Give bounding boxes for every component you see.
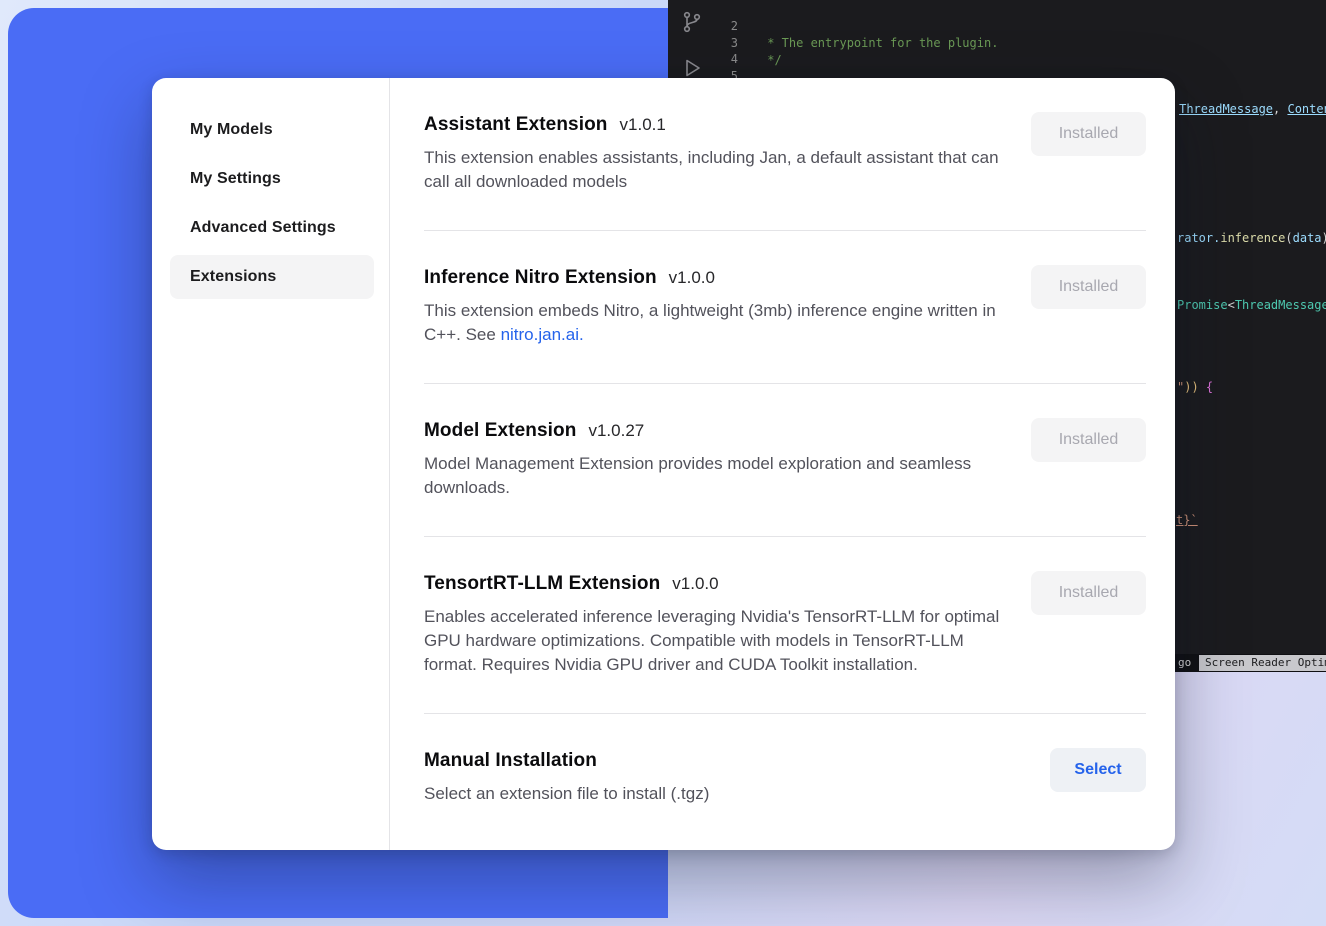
nitro-jan-ai-link[interactable]: nitro.jan.ai. [501, 325, 584, 344]
status-bar-text: go [1178, 656, 1191, 669]
extension-name: Assistant Extension [424, 114, 608, 136]
manual-installation-description: Select an extension file to install (.tg… [424, 782, 1004, 806]
screen-reader-optimized-badge[interactable]: Screen Reader Optimized [1199, 655, 1326, 671]
manual-installation-title: Manual Installation [424, 750, 597, 772]
extension-name: Inference Nitro Extension [424, 267, 657, 289]
installed-button[interactable]: Installed [1031, 265, 1146, 309]
extension-name: TensortRT-LLM Extension [424, 573, 660, 595]
extensions-list: Assistant Extension v1.0.1 This extensio… [390, 78, 1175, 850]
extension-row-model: Model Extension v1.0.27 Model Management… [424, 384, 1146, 537]
sidebar-item-extensions[interactable]: Extensions [170, 255, 374, 299]
installed-button[interactable]: Installed [1031, 418, 1146, 462]
code-line: 5 // Web / extension runtime [668, 51, 1326, 68]
extension-description: This extension enables assistants, inclu… [424, 146, 1004, 194]
extension-row-assistant: Assistant Extension v1.0.1 This extensio… [424, 78, 1146, 231]
extension-name: Model Extension [424, 420, 576, 442]
select-button[interactable]: Select [1050, 748, 1146, 792]
settings-sidebar: My Models My Settings Advanced Settings … [152, 78, 390, 850]
extension-version: v1.0.1 [620, 115, 666, 135]
sidebar-item-my-models[interactable]: My Models [170, 108, 374, 152]
code-fragment: t}` [1176, 512, 1198, 528]
installed-button[interactable]: Installed [1031, 571, 1146, 615]
manual-installation-row: Manual Installation Select an extension … [424, 714, 1146, 826]
extension-version: v1.0.0 [672, 574, 718, 594]
code-line: 2 * The entrypoint for the plugin. [668, 1, 1326, 18]
code-fragment: Promise<ThreadMessage> [1177, 297, 1326, 313]
extension-description: Enables accelerated inference leveraging… [424, 605, 1004, 677]
sidebar-item-my-settings[interactable]: My Settings [170, 157, 374, 201]
code-line: 3 */ [668, 18, 1326, 35]
extension-version: v1.0.0 [669, 268, 715, 288]
code-line: 4 [668, 34, 1326, 51]
extension-description: Model Management Extension provides mode… [424, 452, 1004, 500]
code-fragment: ")) { [1177, 379, 1213, 395]
extension-row-inference-nitro: Inference Nitro Extension v1.0.0 This ex… [424, 231, 1146, 384]
installed-button[interactable]: Installed [1031, 112, 1146, 156]
sidebar-item-advanced-settings[interactable]: Advanced Settings [170, 206, 374, 250]
settings-modal: My Models My Settings Advanced Settings … [152, 78, 1175, 850]
extension-version: v1.0.27 [588, 421, 644, 441]
extension-description: This extension embeds Nitro, a lightweig… [424, 299, 1004, 347]
extension-row-tensorrt-llm: TensortRT-LLM Extension v1.0.0 Enables a… [424, 537, 1146, 714]
code-fragment: rator.inference(data)); [1177, 230, 1326, 246]
